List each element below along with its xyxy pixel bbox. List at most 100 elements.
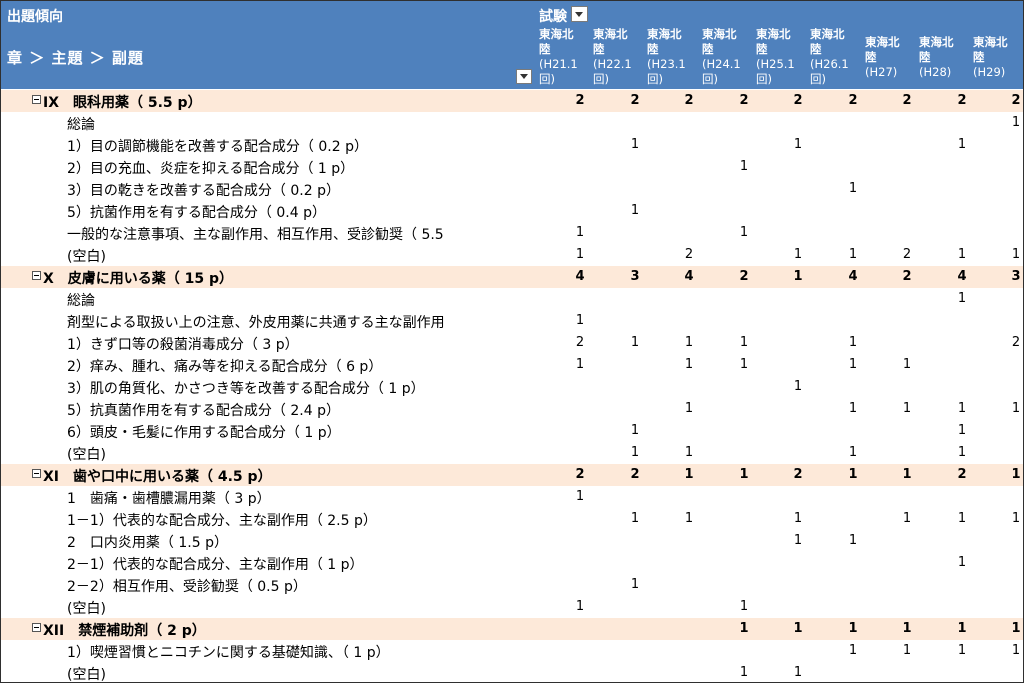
count-cell: 1: [957, 423, 967, 438]
column-header-line: (H25.1: [756, 57, 795, 71]
column-header-line: 東海北: [593, 27, 628, 41]
count-cell: 1: [684, 335, 694, 350]
topic-label: 2）目の充血、炎症を抑える配合成分（ 1 p）: [67, 161, 355, 177]
column-header-line: 回): [647, 72, 663, 86]
topic-label: 1）きず口等の殺菌消毒成分（ 3 p）: [67, 337, 299, 353]
column-header-line: 陸: [593, 42, 605, 56]
row-field-path: 章 ＞ 主題 ＞ 副題: [7, 49, 144, 67]
topic-row: (空白) 1 1 1 1: [1, 442, 1023, 464]
count-cell: 1: [957, 401, 967, 416]
column-header-line: 陸: [647, 42, 659, 56]
count-cell: 2: [630, 467, 640, 482]
count-cell: 1: [848, 335, 858, 350]
count-cell: 1: [957, 137, 967, 152]
count-cell: 1: [793, 247, 803, 262]
column-header-line: 陸: [539, 42, 551, 56]
topic-row: 1）目の調節機能を改善する配合成分（ 0.2 p） 1 1 1: [1, 134, 1023, 156]
topic-row: 総論 1: [1, 288, 1023, 310]
count-cell: 1: [957, 247, 967, 262]
count-cell: 1: [793, 511, 803, 526]
count-cell: 1: [630, 423, 640, 438]
topic-label: (空白): [67, 667, 106, 683]
column-header-line: 東海北: [973, 35, 1008, 49]
count-cell: 4: [848, 269, 858, 284]
column-header[interactable]: 東海北陸 (H24.1 回): [702, 27, 754, 89]
topic-label: 1）喫煙習慣とニコチンに関する基礎知識、（ 1 p）: [67, 645, 390, 661]
topic-row: 2）目の充血、炎症を抑える配合成分（ 1 p） 1: [1, 156, 1023, 178]
count-cell: 3: [1011, 269, 1021, 284]
column-header-line: 陸: [919, 50, 931, 64]
count-cell: 1: [684, 357, 694, 372]
column-header-line: (H21.1: [539, 57, 578, 71]
column-header[interactable]: 東海北陸 (H21.1 回): [539, 27, 591, 89]
column-header-line: 東海北: [919, 35, 954, 49]
topic-label: 1）目の調節機能を改善する配合成分（ 0.2 p）: [67, 139, 368, 155]
topic-row: 2－2）相互作用、受診勧奨（ 0.5 p） 1: [1, 574, 1023, 596]
column-header-line: 東海北: [756, 27, 791, 41]
count-cell: 1: [630, 577, 640, 592]
count-cell: 2: [575, 467, 585, 482]
column-header-line: (H27): [865, 65, 898, 79]
count-cell: 2: [848, 93, 858, 108]
count-cell: 1: [1011, 115, 1021, 130]
topic-label: 2）痒み、腫れ、痛み等を抑える配合成分（ 6 p）: [67, 359, 383, 375]
count-cell: 2: [739, 93, 749, 108]
count-cell: 2: [957, 467, 967, 482]
topic-label: (空白): [67, 249, 106, 265]
count-cell: 1: [793, 533, 803, 548]
count-cell: 2: [1011, 93, 1021, 108]
count-cell: 1: [630, 335, 640, 350]
count-cell: 1: [902, 643, 912, 658]
count-cell: 1: [848, 247, 858, 262]
chapter-row: XII 禁煙補助剤（ 2 p） 1 1 1 1 1 1: [1, 618, 1023, 640]
count-cell: 1: [848, 357, 858, 372]
count-cell: 2: [902, 269, 912, 284]
column-header[interactable]: 東海北陸 (H22.1 回): [593, 27, 645, 89]
count-cell: 1: [630, 203, 640, 218]
count-cell: 1: [793, 665, 803, 680]
column-header[interactable]: 東海北陸 (H29): [973, 35, 1023, 97]
column-header-line: 東海北: [702, 27, 737, 41]
exam-filter-dropdown-icon[interactable]: [571, 6, 588, 22]
count-cell: 1: [848, 621, 858, 636]
count-cell: 1: [902, 621, 912, 636]
topic-row: 6）頭皮・毛髪に作用する配合成分（ 1 p） 1 1: [1, 420, 1023, 442]
chapter-label: IX 眼科用薬（ 5.5 p）: [43, 95, 202, 111]
count-cell: 4: [684, 269, 694, 284]
topic-label: 2－1）代表的な配合成分、主な副作用（ 1 p）: [67, 557, 364, 573]
column-header-line: 回): [593, 72, 609, 86]
count-cell: 1: [848, 467, 858, 482]
column-header[interactable]: 東海北陸 (H23.1 回): [647, 27, 699, 89]
column-header[interactable]: 東海北陸 (H25.1 回): [756, 27, 808, 89]
count-cell: 1: [848, 643, 858, 658]
count-cell: 1: [630, 445, 640, 460]
column-header-line: 東海北: [539, 27, 574, 41]
collapse-toggle-icon[interactable]: [32, 95, 41, 104]
count-cell: 1: [793, 621, 803, 636]
count-cell: 1: [575, 489, 585, 504]
column-header[interactable]: 東海北陸 (H28): [919, 35, 971, 97]
collapse-toggle-icon[interactable]: [32, 469, 41, 478]
column-header-line: (H24.1: [702, 57, 741, 71]
topic-label: 1 歯痛・歯槽膿漏用薬（ 3 p）: [67, 491, 271, 507]
row-filter-icon[interactable]: [516, 69, 532, 84]
count-cell: 2: [739, 269, 749, 284]
count-cell: 1: [957, 621, 967, 636]
column-header[interactable]: 東海北陸 (H27): [865, 35, 917, 97]
count-cell: 1: [739, 621, 749, 636]
topic-row: 総論 1: [1, 112, 1023, 134]
topic-label: 5）抗真菌作用を有する配合成分（ 2.4 p）: [67, 403, 340, 419]
collapse-toggle-icon[interactable]: [32, 623, 41, 632]
collapse-toggle-icon[interactable]: [32, 271, 41, 280]
count-cell: 1: [630, 511, 640, 526]
topic-row: 1）きず口等の殺菌消毒成分（ 3 p） 2 1 1 1 1 2: [1, 332, 1023, 354]
count-cell: 2: [902, 247, 912, 262]
count-cell: 2: [630, 93, 640, 108]
count-cell: 1: [575, 313, 585, 328]
count-cell: 2: [575, 335, 585, 350]
count-cell: 1: [575, 225, 585, 240]
topic-row: (空白) 1 1: [1, 662, 1023, 683]
column-header[interactable]: 東海北陸 (H26.1 回): [810, 27, 862, 89]
topic-label: 6）頭皮・毛髪に作用する配合成分（ 1 p）: [67, 425, 341, 441]
count-cell: 1: [1011, 643, 1021, 658]
